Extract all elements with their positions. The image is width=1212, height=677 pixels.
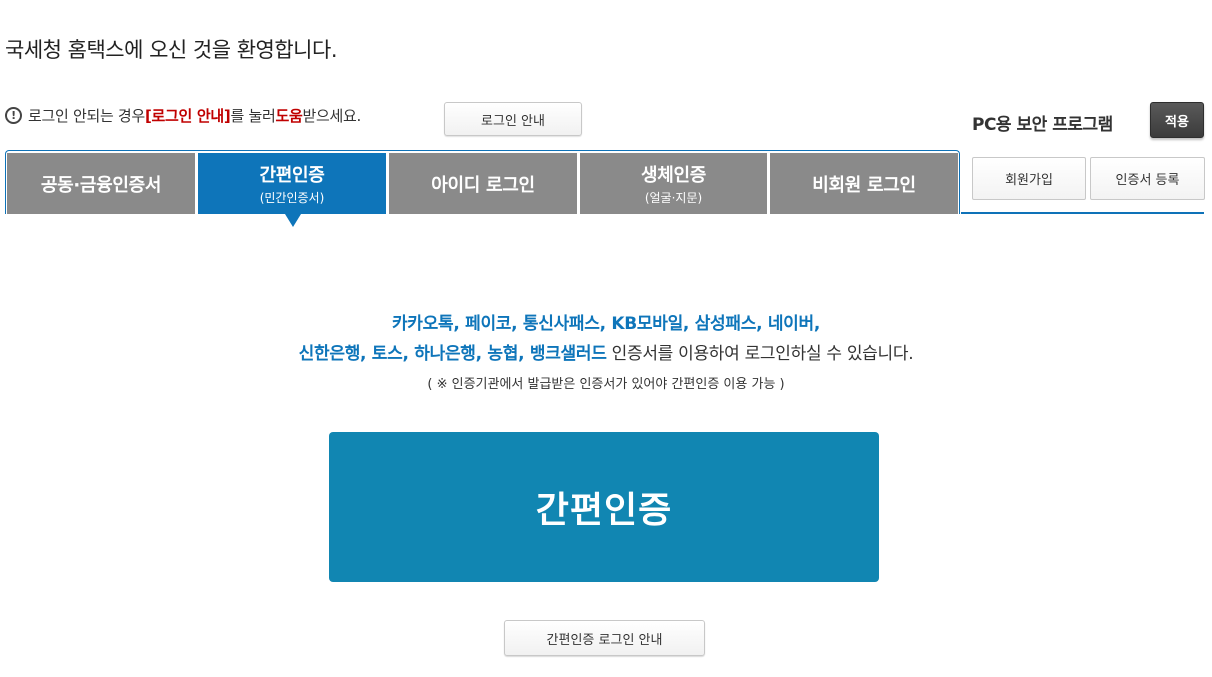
tab-joint-certificate[interactable]: 공동·금융인증서 [7,153,195,214]
exclamation-circle-icon: ! [5,107,22,124]
tab-label: 간편인증 [259,165,325,186]
security-program-label: PC용 보안 프로그램 [972,115,1113,135]
login-notice: ! 로그인 안되는 경우 [로그인 안내] 를 눌러 도움 받으세요. [5,105,361,126]
cert-requirement-note: ( ※ 인증기관에서 발급받은 인증서가 있어야 간편인증 이용 가능 ) [427,377,785,392]
tab-simple-auth[interactable]: 간편인증 (민간인증서) [198,153,386,214]
tab-guest-login[interactable]: 비회원 로그인 [770,153,958,214]
tab-sublabel: (민간인증서) [259,191,325,205]
simple-auth-guide-button[interactable]: 간편인증 로그인 안내 [504,620,705,656]
tab-label: 비회원 로그인 [812,174,916,196]
providers-description: 인증서를 이용하여 로그인하실 수 있습니다. [606,344,914,364]
tab-biometric[interactable]: 생체인증 (얼굴·지문) [580,153,767,214]
login-guide-button[interactable]: 로그인 안내 [444,102,582,136]
providers-line-2: 신한은행, 토스, 하나은행, 농협, 뱅크샐러드 인증서를 이용하여 로그인하… [0,339,1212,364]
cert-register-button[interactable]: 인증서 등록 [1090,157,1205,200]
notice-text-1: 로그인 안되는 경우 [28,107,145,125]
tab-label: 공동·금융인증서 [40,174,162,196]
tab-label: 생체인증 [640,165,707,186]
welcome-title: 국세청 홈택스에 오신 것을 환영합니다. [5,38,338,62]
notice-highlight-help: 도움 [275,107,303,125]
simple-auth-button[interactable]: 간편인증 [329,432,879,582]
tab-underline [961,212,1204,214]
signup-button[interactable]: 회원가입 [972,157,1086,200]
active-tab-arrow-icon [285,214,301,227]
providers-line-1: 카카오톡, 페이코, 통신사패스, KB모바일, 삼성패스, 네이버, [391,314,821,334]
tab-sublabel: (얼굴·지문) [644,191,703,205]
notice-text-2: 를 눌러 [230,107,276,125]
providers-list: 신한은행, 토스, 하나은행, 농협, 뱅크샐러드 [298,344,607,364]
tab-label: 아이디 로그인 [431,174,535,196]
security-apply-button[interactable]: 적용 [1150,102,1204,138]
tab-id-login[interactable]: 아이디 로그인 [389,153,577,214]
notice-text-3: 받으세요. [302,107,361,125]
notice-highlight-login-guide: [로그인 안내] [144,107,231,125]
